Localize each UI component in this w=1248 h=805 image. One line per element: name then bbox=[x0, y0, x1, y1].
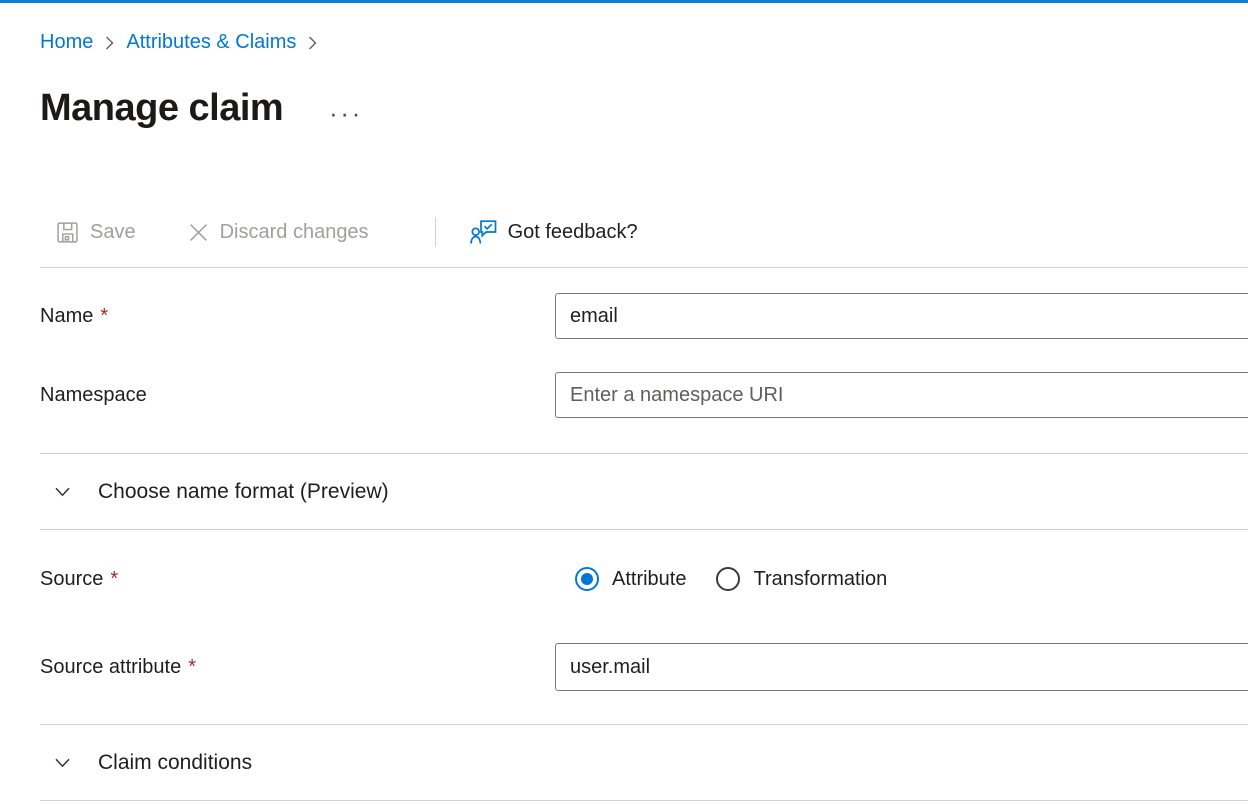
source-attribute-label-text: Source attribute bbox=[40, 656, 181, 678]
namespace-field-label: Namespace bbox=[40, 384, 555, 407]
source-field-label: Source * bbox=[40, 568, 555, 591]
section-choose-name-format[interactable]: Choose name format (Preview) bbox=[40, 454, 1248, 529]
namespace-input[interactable] bbox=[555, 372, 1248, 418]
feedback-icon bbox=[470, 220, 497, 245]
radio-attribute-label: Attribute bbox=[612, 568, 686, 591]
radio-selected-icon bbox=[575, 567, 599, 591]
source-field-row: Source * Attribute Transformation bbox=[40, 556, 1248, 602]
page-header: Manage claim ··· bbox=[40, 84, 1248, 132]
required-asterisk: * bbox=[188, 656, 196, 678]
save-icon bbox=[56, 221, 79, 244]
source-label-text: Source bbox=[40, 568, 103, 590]
got-feedback-label: Got feedback? bbox=[508, 221, 638, 244]
more-options-button[interactable]: ··· bbox=[329, 109, 363, 119]
section-claim-conditions[interactable]: Claim conditions bbox=[40, 725, 1248, 800]
divider bbox=[40, 267, 1248, 268]
section-claim-conditions-label: Claim conditions bbox=[98, 751, 252, 775]
source-attribute-input[interactable] bbox=[555, 643, 1248, 691]
divider bbox=[40, 529, 1248, 530]
radio-attribute[interactable]: Attribute bbox=[575, 567, 686, 591]
page-title: Manage claim bbox=[40, 87, 283, 130]
chevron-down-icon[interactable] bbox=[55, 758, 70, 768]
section-choose-name-format-label: Choose name format (Preview) bbox=[98, 480, 389, 504]
breadcrumb: Home Attributes & Claims bbox=[40, 28, 1248, 56]
name-field-label: Name * bbox=[40, 305, 555, 328]
breadcrumb-home-link[interactable]: Home bbox=[40, 31, 93, 54]
name-field-row: Name * bbox=[40, 293, 1248, 339]
manage-claim-page: Home Attributes & Claims Manage claim ··… bbox=[0, 0, 1248, 805]
radio-transformation-label: Transformation bbox=[753, 568, 887, 591]
required-asterisk: * bbox=[100, 305, 108, 327]
chevron-down-icon[interactable] bbox=[55, 487, 70, 497]
discard-changes-button[interactable]: Discard changes bbox=[188, 221, 369, 244]
toolbar-divider bbox=[435, 217, 436, 247]
radio-transformation[interactable]: Transformation bbox=[716, 567, 887, 591]
top-accent-bar bbox=[0, 0, 1248, 3]
namespace-label-text: Namespace bbox=[40, 384, 147, 406]
discard-changes-label: Discard changes bbox=[220, 221, 369, 244]
name-label-text: Name bbox=[40, 305, 93, 327]
source-attribute-field-label: Source attribute * bbox=[40, 656, 555, 679]
chevron-right-icon bbox=[308, 36, 317, 50]
source-attribute-field-row: Source attribute * bbox=[40, 643, 1248, 691]
got-feedback-button[interactable]: Got feedback? bbox=[470, 220, 638, 245]
breadcrumb-attributes-claims-link[interactable]: Attributes & Claims bbox=[126, 31, 296, 54]
save-button-label: Save bbox=[90, 221, 136, 244]
name-input[interactable] bbox=[555, 293, 1248, 339]
command-bar: Save Discard changes Got feedback? bbox=[40, 208, 1248, 256]
source-radio-group: Attribute Transformation bbox=[555, 567, 887, 591]
required-asterisk: * bbox=[110, 568, 118, 590]
namespace-field-row: Namespace bbox=[40, 372, 1248, 418]
save-button[interactable]: Save bbox=[56, 221, 136, 244]
close-icon bbox=[188, 222, 209, 243]
radio-unselected-icon bbox=[716, 567, 740, 591]
divider bbox=[40, 800, 1248, 801]
chevron-right-icon bbox=[105, 36, 114, 50]
